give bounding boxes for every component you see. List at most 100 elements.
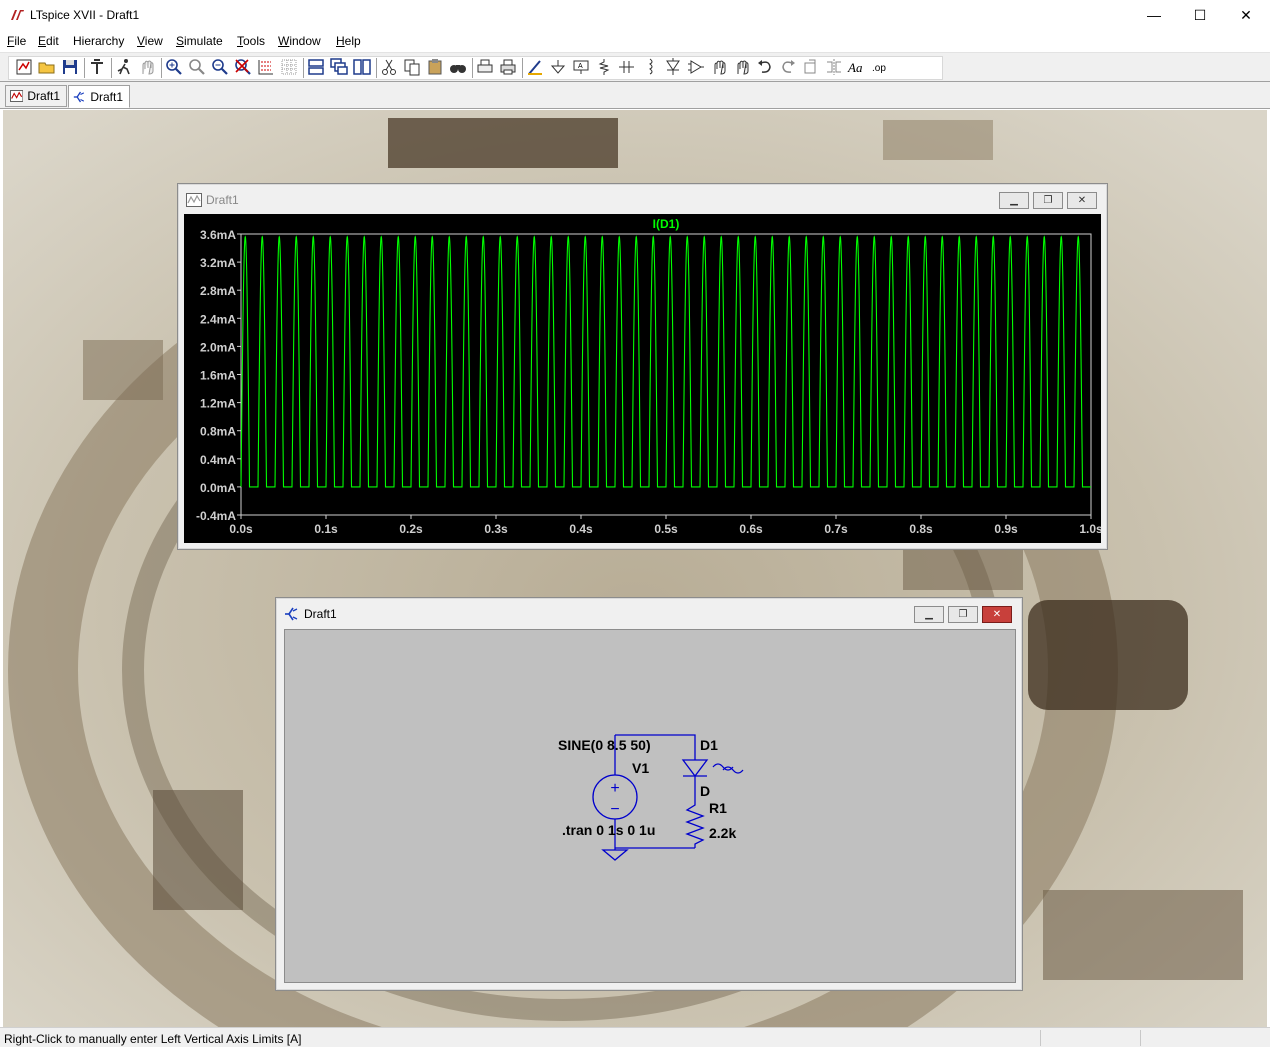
- menu-bar: File Edit Hierarchy View Simulate Tools Window…: [0, 31, 1270, 52]
- diode-icon[interactable]: [663, 57, 683, 77]
- toolbar-separator: [376, 58, 377, 78]
- drag-icon[interactable]: [732, 57, 752, 77]
- spice-directive-icon[interactable]: .op: [870, 57, 890, 77]
- tran-directive[interactable]: .tran 0 1s 0 1u: [562, 822, 655, 838]
- toolbar-separator: [522, 58, 523, 78]
- control-panel-icon[interactable]: [87, 57, 107, 77]
- waveform-chart[interactable]: 3.6mA 3.2mA 2.8mA 2.4mA 2.0mA 1.6mA 1.2mA 0.8mA…: [184, 214, 1103, 543]
- svg-text:Aa: Aa: [847, 60, 863, 75]
- svg-text:.op: .op: [872, 63, 886, 74]
- menu-file[interactable]: File: [7, 34, 26, 48]
- tab-schematic-draft1[interactable]: Draft1: [68, 85, 130, 108]
- undo-icon[interactable]: [755, 57, 775, 77]
- resistor-value-label[interactable]: 2.2k: [709, 825, 736, 841]
- move-icon[interactable]: [709, 57, 729, 77]
- ground-icon[interactable]: [548, 57, 568, 77]
- diode-model-label[interactable]: D: [700, 783, 710, 799]
- x-tick-label: 0.0s: [229, 522, 253, 536]
- zoom-out-icon[interactable]: [210, 57, 230, 77]
- maximize-window-button[interactable]: ☐: [1177, 0, 1223, 30]
- source-name-label[interactable]: V1: [632, 760, 649, 776]
- tile-vertical-icon[interactable]: [352, 57, 372, 77]
- menu-label: imulate: [184, 34, 223, 48]
- halt-icon[interactable]: [137, 57, 157, 77]
- status-bar: Right-Click to manually enter Left Verti…: [0, 1027, 1270, 1047]
- menu-edit[interactable]: Edit: [38, 34, 59, 48]
- trace-i-d1: [240, 235, 1091, 488]
- run-icon[interactable]: [114, 57, 134, 77]
- resistor-name-label[interactable]: R1: [709, 800, 727, 816]
- print-icon[interactable]: [498, 57, 518, 77]
- waveform-minimize-button[interactable]: ▁: [999, 192, 1029, 209]
- component-icon[interactable]: [686, 57, 706, 77]
- capacitor-icon[interactable]: [617, 57, 637, 77]
- waveform-window-icon: [186, 193, 202, 207]
- schematic-canvas[interactable]: + − SINE(0 8.5 50) V1 D1 D R1 2.2k .tran…: [284, 629, 1016, 983]
- window-title: LTspice XVII - Draft1: [30, 8, 140, 22]
- toolbar-separator: [303, 58, 304, 78]
- menu-label: Hierarchy: [73, 34, 125, 48]
- open-icon[interactable]: [37, 57, 57, 77]
- schematic-drawing[interactable]: + − SINE(0 8.5 50) V1 D1 D R1 2.2k .tran…: [285, 630, 1015, 982]
- new-schematic-icon[interactable]: [14, 57, 34, 77]
- waveform-close-button[interactable]: ✕: [1067, 192, 1097, 209]
- waveform-window-title-bar[interactable]: Draft1 ▁ ❐ ✕: [178, 184, 1107, 213]
- schematic-minimize-button[interactable]: ▁: [914, 606, 944, 623]
- redo-icon[interactable]: [778, 57, 798, 77]
- ground-symbol: [601, 849, 629, 861]
- zoom-full-icon[interactable]: [187, 57, 207, 77]
- schematic-restore-button[interactable]: ❐: [948, 606, 978, 623]
- menu-hierarchy[interactable]: Hierarchy: [73, 34, 124, 48]
- zoom-in-icon[interactable]: [164, 57, 184, 77]
- autorange-icon[interactable]: [256, 57, 276, 77]
- tab-waveform-draft1[interactable]: Draft1: [5, 85, 67, 107]
- menu-window[interactable]: Window: [278, 34, 321, 48]
- x-tick-label: 0.6s: [739, 522, 763, 536]
- text-icon[interactable]: Aa: [847, 57, 867, 77]
- menu-help[interactable]: Help: [336, 34, 361, 48]
- x-tick-label: 0.3s: [484, 522, 508, 536]
- y-tick-label: 0.8mA: [200, 425, 236, 439]
- source-value-label[interactable]: SINE(0 8.5 50): [558, 737, 651, 753]
- close-icon: ✕: [992, 609, 1002, 620]
- mirror-icon[interactable]: [824, 57, 844, 77]
- menu-label: elp: [344, 34, 361, 48]
- resistor-icon[interactable]: [594, 57, 614, 77]
- print-preview-icon[interactable]: [475, 57, 495, 77]
- y-tick-label: 1.2mA: [200, 397, 236, 411]
- close-window-button[interactable]: ✕: [1223, 0, 1269, 30]
- minimize-window-button[interactable]: —: [1131, 0, 1177, 30]
- y-tick-label: 1.6mA: [200, 369, 236, 383]
- schematic-window-icon: [285, 607, 298, 621]
- schematic-close-button[interactable]: ✕: [982, 606, 1012, 623]
- grid-icon[interactable]: [279, 57, 299, 77]
- menu-simulate[interactable]: Simulate: [176, 34, 223, 48]
- wire-icon[interactable]: [525, 57, 545, 77]
- schematic-window-title-bar[interactable]: Draft1 ▁ ❐ ✕: [276, 598, 1022, 627]
- diode-name-label[interactable]: D1: [700, 737, 718, 753]
- paste-icon[interactable]: [425, 57, 445, 77]
- save-icon[interactable]: [60, 57, 80, 77]
- source-minus-sign: −: [610, 801, 619, 818]
- rotate-icon[interactable]: [801, 57, 821, 77]
- waveform-restore-button[interactable]: ❐: [1033, 192, 1063, 209]
- inductor-icon[interactable]: [640, 57, 660, 77]
- label-net-icon[interactable]: A: [571, 57, 591, 77]
- status-message: Right-Click to manually enter Left Verti…: [4, 1032, 302, 1046]
- cut-icon[interactable]: [379, 57, 399, 77]
- document-tab-bar: Draft1 Draft1: [0, 82, 1270, 109]
- copy-icon[interactable]: [402, 57, 422, 77]
- x-tick-label: 0.9s: [994, 522, 1018, 536]
- restore-icon: ❐: [958, 609, 968, 620]
- zoom-cancel-icon[interactable]: [233, 57, 253, 77]
- menu-tools[interactable]: Tools: [237, 34, 265, 48]
- x-tick-label: 0.5s: [654, 522, 678, 536]
- tile-horizontal-icon[interactable]: [306, 57, 326, 77]
- schematic-window-title: Draft1: [304, 607, 337, 621]
- trace-title-label: I(D1): [653, 217, 680, 231]
- cascade-icon[interactable]: [329, 57, 349, 77]
- waveform-plot-pane[interactable]: 3.6mA 3.2mA 2.8mA 2.4mA 2.0mA 1.6mA 1.2mA 0.8mA…: [184, 214, 1103, 543]
- waveform-window-title: Draft1: [206, 193, 239, 207]
- find-icon[interactable]: [448, 57, 468, 77]
- menu-view[interactable]: View: [137, 34, 163, 48]
